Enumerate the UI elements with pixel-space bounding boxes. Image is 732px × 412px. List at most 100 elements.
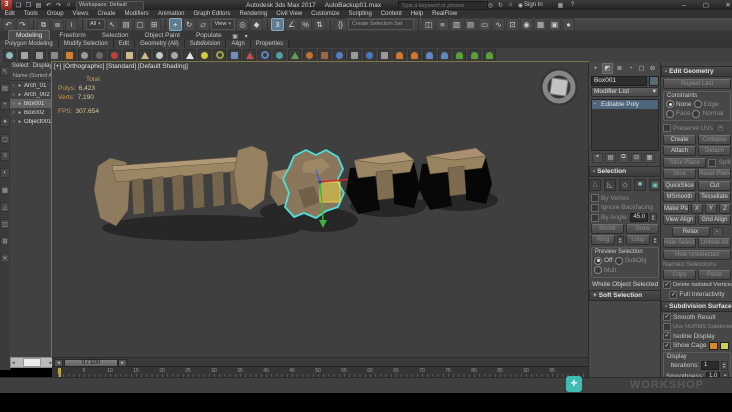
repeat-last-button[interactable]: Repeat Last xyxy=(663,78,731,89)
planar-z-button[interactable]: Z xyxy=(719,203,731,214)
explorer-column-header[interactable]: Name (Sorted Ascen xyxy=(10,72,52,81)
spinner-snap-icon[interactable]: ⇅ xyxy=(312,18,326,31)
explorer-add-icon[interactable]: + xyxy=(0,100,10,110)
ignore-backfacing-checkbox[interactable] xyxy=(591,203,599,212)
ribbon-tab-selection[interactable]: Selection xyxy=(95,31,136,40)
explorer-half-icon[interactable]: ◐ xyxy=(0,168,10,178)
angle-snap-icon[interactable]: ∠ xyxy=(284,18,298,31)
populate-person-5-icon[interactable] xyxy=(453,48,466,62)
render-production-icon[interactable]: ● xyxy=(561,18,575,31)
teapot-icon[interactable] xyxy=(273,48,286,62)
by-vertex-checkbox[interactable] xyxy=(591,194,599,202)
populate-person-7-icon[interactable] xyxy=(483,48,496,62)
render-toggle-icon[interactable]: ● xyxy=(18,92,23,98)
viewport[interactable]: [+] [Orthographic] [Standard] [Default S… xyxy=(51,61,589,358)
layer-manager-icon[interactable]: ▥ xyxy=(449,18,463,31)
rail-tool-icon[interactable] xyxy=(228,48,241,62)
explorer-select-icon[interactable]: ↖ xyxy=(0,66,10,76)
explorer-mirror-icon[interactable]: ◫ xyxy=(0,219,10,229)
swift-loop-icon[interactable] xyxy=(18,48,31,62)
slice-button[interactable]: Slice xyxy=(663,169,696,179)
maximize-button[interactable]: ▢ xyxy=(698,1,714,9)
menu-views[interactable]: Views xyxy=(68,11,93,17)
preserve-uvs-checkbox[interactable] xyxy=(663,124,671,132)
object-color-swatch[interactable] xyxy=(649,75,659,86)
ribbon-section-polygon-modeling[interactable]: Polygon Modeling xyxy=(0,40,59,48)
scene-object-row[interactable]: ○ ● Box001 xyxy=(10,99,52,108)
cage-selected-color-swatch[interactable] xyxy=(719,341,729,350)
close-button[interactable]: ✕ xyxy=(720,1,732,9)
menu-tools[interactable]: Tools xyxy=(19,11,42,17)
populate-person-2-icon[interactable] xyxy=(408,48,421,62)
loop-button[interactable]: Loop xyxy=(626,235,650,245)
select-by-name-icon[interactable]: ▤ xyxy=(119,18,133,31)
window-crossing-icon[interactable]: ⊞ xyxy=(147,18,161,31)
help-menu-icon[interactable]: ? xyxy=(568,1,577,9)
menu-edit[interactable]: Edit xyxy=(0,11,19,17)
select-and-manipulate-icon[interactable]: ◆ xyxy=(249,18,263,31)
bars-icon[interactable] xyxy=(378,48,391,62)
app-store-icon[interactable]: ▦ xyxy=(556,1,565,9)
explorer-grid-icon[interactable]: ▦ xyxy=(0,185,10,195)
ribbon-tab-object-paint[interactable]: Object Paint xyxy=(138,31,187,40)
show-cage-checkbox[interactable]: ✓ xyxy=(663,341,671,350)
constraint-normal-radio[interactable] xyxy=(692,109,701,118)
view-align-button[interactable]: View Align xyxy=(663,215,696,225)
select-object-icon[interactable]: ↖ xyxy=(105,18,119,31)
render-toggle-icon[interactable]: ● xyxy=(18,101,23,107)
pyramid-primitive-icon[interactable] xyxy=(183,48,196,62)
red-cross-icon[interactable] xyxy=(108,48,121,62)
menu-civil-view[interactable]: Civil View xyxy=(272,11,307,17)
cone-primitive-icon[interactable] xyxy=(138,48,151,62)
menu-scripting[interactable]: Scripting xyxy=(344,11,376,17)
tessellate-button[interactable]: Tessellate xyxy=(698,192,731,202)
populate-person-3-icon[interactable] xyxy=(423,48,436,62)
modifier-list-dropdown[interactable]: Modifier List ▾ xyxy=(591,87,659,97)
border-subobject-icon[interactable]: ◇ xyxy=(619,178,631,191)
unlink-selection-icon[interactable]: ⧈ xyxy=(51,18,64,31)
render-toggle-icon[interactable]: ● xyxy=(18,110,23,116)
dark-sphere-icon[interactable] xyxy=(93,48,106,62)
explorer-sphere-icon[interactable]: ● xyxy=(0,117,10,127)
quickslice-button[interactable]: QuickSlice xyxy=(663,180,696,191)
search-icon[interactable]: ◎ xyxy=(486,1,495,9)
hierarchy-tab-icon[interactable]: ≣ xyxy=(615,64,624,73)
render-toggle-icon[interactable]: ● xyxy=(18,83,23,89)
curve-editor-icon[interactable]: ∿ xyxy=(491,18,505,31)
percent-snap-icon[interactable]: % xyxy=(298,18,312,31)
rectangular-selection-region-icon[interactable]: ▢ xyxy=(133,18,147,31)
helix-tool-icon[interactable] xyxy=(258,48,271,62)
grid-align-button[interactable]: Grid Align xyxy=(698,215,731,225)
object-name-field[interactable]: Box001 xyxy=(591,75,647,86)
show-end-result-icon[interactable]: ▤ xyxy=(605,152,616,163)
modifier-stack[interactable]: ▪ Editable Poly xyxy=(591,98,659,151)
select-and-move-icon[interactable]: + xyxy=(168,18,182,31)
explorer-horizontal-scrollbar[interactable]: ◂ ▸ xyxy=(10,357,54,368)
align-icon[interactable]: ≡ xyxy=(435,18,449,31)
preview-multi-radio[interactable] xyxy=(594,266,602,274)
paste-button[interactable]: Paste xyxy=(698,269,731,280)
ring-spinner[interactable] xyxy=(617,235,624,245)
isoline-display-checkbox[interactable]: ✓ xyxy=(663,332,671,340)
schematic-view-icon[interactable]: ⊡ xyxy=(505,18,519,31)
shrink-button[interactable]: Shrink xyxy=(591,223,624,234)
edit-named-selections-icon[interactable]: {} xyxy=(333,18,347,31)
sphere-primitive-icon[interactable] xyxy=(153,48,166,62)
home-icon[interactable]: ⌂ xyxy=(506,1,515,9)
planar-y-button[interactable]: Y xyxy=(705,203,717,214)
menu-realflow[interactable]: RealFlow xyxy=(428,11,462,17)
ribbon-section-align[interactable]: Align xyxy=(226,40,251,48)
create-tab-icon[interactable]: + xyxy=(591,64,600,73)
ribbon-tab-modeling[interactable]: Modeling xyxy=(8,30,51,40)
smooth-result-checkbox[interactable]: ✓ xyxy=(663,313,671,321)
by-angle-field[interactable]: 45.0 xyxy=(630,213,649,222)
ribbon-minimize-icon[interactable]: ▾ xyxy=(242,32,251,40)
project-folder-icon[interactable]: ⌂ xyxy=(64,1,73,9)
explorer-list-icon[interactable]: ▤ xyxy=(0,83,10,93)
menu-content[interactable]: Content xyxy=(376,11,406,17)
create-button[interactable]: Create xyxy=(663,134,696,145)
pin-stack-icon[interactable]: ⌖ xyxy=(592,152,603,163)
attach-button[interactable]: Attach xyxy=(663,146,696,156)
undo-qat-icon[interactable]: ↶ xyxy=(44,1,53,9)
cut-button[interactable]: Cut xyxy=(698,180,731,191)
